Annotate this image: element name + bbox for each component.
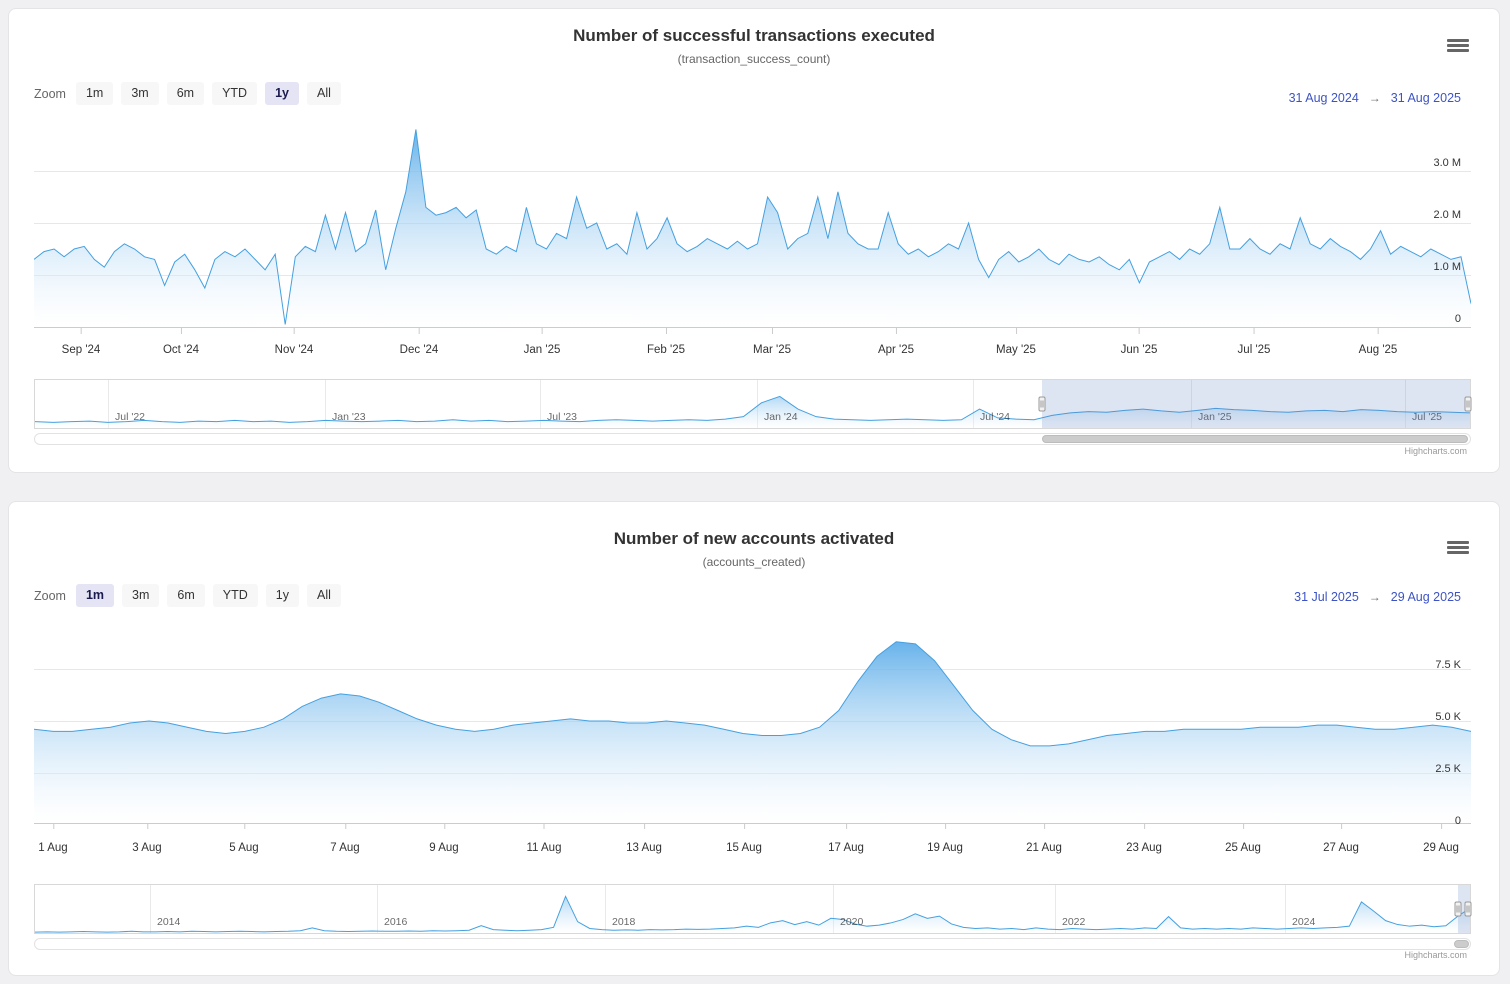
x-axis-label: 21 Aug xyxy=(1026,842,1062,854)
x-axis-label: 19 Aug xyxy=(927,842,963,854)
navigator-label: Jan '24 xyxy=(764,411,798,423)
zoom-button-6m[interactable]: 6m xyxy=(167,584,204,607)
x-axis-label: Apr '25 xyxy=(878,344,914,356)
chart-subtitle: (transaction_success_count) xyxy=(9,52,1499,66)
date-range: 31 Aug 2024 → 31 Aug 2025 xyxy=(1289,91,1461,105)
chart-panel-accounts: Number of new accounts activated (accoun… xyxy=(8,501,1500,976)
zoom-label: Zoom xyxy=(34,87,66,101)
x-axis-label: Feb '25 xyxy=(647,344,685,356)
navigator-label: 2020 xyxy=(840,916,863,928)
x-axis-label: Nov '24 xyxy=(275,344,314,356)
range-arrow: → xyxy=(1369,590,1381,604)
zoom-button-1y[interactable]: 1y xyxy=(266,584,299,607)
y-axis-label: 3.0 M xyxy=(1401,157,1461,169)
chart-context-menu-icon[interactable] xyxy=(1447,541,1469,554)
main-plot-area[interactable] xyxy=(34,119,1471,328)
y-axis-label: 0 xyxy=(1401,815,1461,827)
date-range: 31 Jul 2025 → 29 Aug 2025 xyxy=(1294,590,1461,604)
x-axis-label: Jul '25 xyxy=(1238,344,1271,356)
x-axis-label: Jun '25 xyxy=(1121,344,1158,356)
range-from-input[interactable]: 31 Aug 2024 xyxy=(1289,91,1359,105)
navigator-label: 2024 xyxy=(1292,916,1315,928)
y-axis-label: 2.5 K xyxy=(1401,763,1461,775)
navigator-label: 2016 xyxy=(384,916,407,928)
scrollbar-thumb[interactable] xyxy=(1042,435,1468,443)
y-axis-label: 7.5 K xyxy=(1401,659,1461,671)
x-axis-label: 7 Aug xyxy=(330,842,359,854)
navigator-left-handle[interactable] xyxy=(1455,902,1462,917)
navigator-label: Jul '22 xyxy=(115,411,145,423)
area-series-accounts xyxy=(34,621,1471,823)
navigator-left-handle[interactable] xyxy=(1039,397,1046,412)
x-axis-label: 15 Aug xyxy=(726,842,762,854)
range-arrow: → xyxy=(1369,91,1381,105)
range-to-input[interactable]: 31 Aug 2025 xyxy=(1391,91,1461,105)
y-axis-label: 2.0 M xyxy=(1401,209,1461,221)
chart-title: Number of new accounts activated xyxy=(9,529,1499,549)
zoom-button-all[interactable]: All xyxy=(307,82,341,105)
zoom-button-ytd[interactable]: YTD xyxy=(212,82,257,105)
x-axis-label: 9 Aug xyxy=(429,842,458,854)
navigator-label: 2018 xyxy=(612,916,635,928)
zoom-button-ytd[interactable]: YTD xyxy=(213,584,258,607)
x-axis-label: Oct '24 xyxy=(163,344,199,356)
navigator-series xyxy=(35,885,1470,933)
highcharts-credits-link[interactable]: Highcharts.com xyxy=(1404,950,1467,960)
x-axis-label: 25 Aug xyxy=(1225,842,1261,854)
x-axis-label: Jan '25 xyxy=(524,344,561,356)
zoom-button-1y[interactable]: 1y xyxy=(265,82,299,105)
navigator[interactable]: Jul '22 Jan '23 Jul '23 Jan '24 Jul '24 … xyxy=(34,379,1471,429)
zoom-button-6m[interactable]: 6m xyxy=(167,82,204,105)
x-axis-label: 13 Aug xyxy=(626,842,662,854)
x-axis-label: 29 Aug xyxy=(1423,842,1459,854)
highcharts-credits-link[interactable]: Highcharts.com xyxy=(1404,446,1467,456)
scrollbar-track[interactable] xyxy=(34,433,1471,445)
x-axis-label: 27 Aug xyxy=(1323,842,1359,854)
navigator-label: Jan '23 xyxy=(332,411,366,423)
navigator-right-handle[interactable] xyxy=(1465,397,1472,412)
range-selector: Zoom 1m 3m 6m YTD 1y All xyxy=(34,82,349,105)
x-axis-label: 11 Aug xyxy=(527,842,562,854)
chart-subtitle: (accounts_created) xyxy=(9,555,1499,569)
range-to-input[interactable]: 29 Aug 2025 xyxy=(1391,590,1461,604)
chart-title: Number of successful transactions execut… xyxy=(9,26,1499,46)
zoom-button-3m[interactable]: 3m xyxy=(122,584,159,607)
zoom-label: Zoom xyxy=(34,589,66,603)
x-axis-label: May '25 xyxy=(996,344,1036,356)
navigator-selected-range[interactable] xyxy=(1042,380,1470,428)
x-axis-label: 17 Aug xyxy=(828,842,864,854)
navigator-label: Jul '23 xyxy=(547,411,577,423)
main-plot-area[interactable] xyxy=(34,621,1471,824)
zoom-button-1m[interactable]: 1m xyxy=(76,82,113,105)
x-axis-label: Aug '25 xyxy=(1359,344,1398,356)
x-axis-label: Sep '24 xyxy=(62,344,101,356)
x-axis-label: 1 Aug xyxy=(38,842,67,854)
chart-panel-transactions: Number of successful transactions execut… xyxy=(8,8,1500,473)
x-axis-label: Mar '25 xyxy=(753,344,791,356)
navigator-label: 2014 xyxy=(157,916,180,928)
scrollbar-thumb[interactable] xyxy=(1454,940,1469,948)
y-axis-label: 5.0 K xyxy=(1401,711,1461,723)
zoom-button-3m[interactable]: 3m xyxy=(121,82,158,105)
x-axis-label: 5 Aug xyxy=(229,842,258,854)
x-axis-label: Dec '24 xyxy=(400,344,439,356)
x-axis-label: 23 Aug xyxy=(1126,842,1162,854)
zoom-button-all[interactable]: All xyxy=(307,584,341,607)
navigator-right-handle[interactable] xyxy=(1465,902,1472,917)
navigator-label: 2022 xyxy=(1062,916,1085,928)
navigator[interactable]: 2014 2016 2018 2020 2022 2024 xyxy=(34,884,1471,934)
area-series-transactions xyxy=(34,119,1471,327)
chart-context-menu-icon[interactable] xyxy=(1447,39,1469,52)
x-axis-label: 3 Aug xyxy=(132,842,161,854)
range-from-input[interactable]: 31 Jul 2025 xyxy=(1294,590,1359,604)
zoom-button-1m[interactable]: 1m xyxy=(76,584,114,607)
y-axis-label: 0 xyxy=(1401,313,1461,325)
scrollbar-track[interactable] xyxy=(34,938,1471,950)
range-selector: Zoom 1m 3m 6m YTD 1y All xyxy=(34,584,349,607)
navigator-label: Jul '24 xyxy=(980,411,1010,423)
y-axis-label: 1.0 M xyxy=(1401,261,1461,273)
